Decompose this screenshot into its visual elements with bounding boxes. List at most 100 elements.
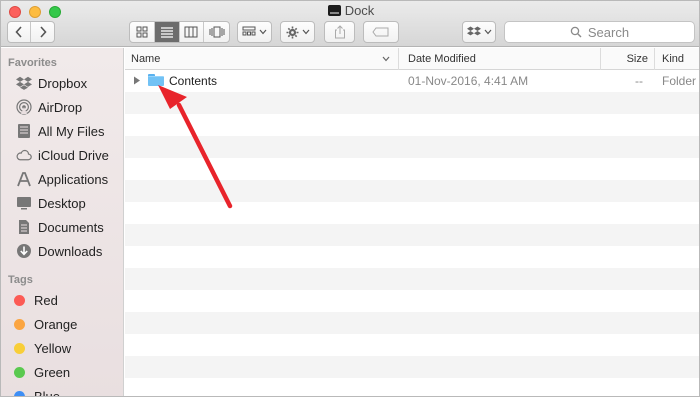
disclosure-triangle-icon[interactable] — [133, 76, 141, 85]
sidebar-item-label: Orange — [34, 316, 78, 332]
sidebar-item-label: Desktop — [38, 195, 86, 211]
row-date-modified: 01-Nov-2016, 4:41 AM — [408, 74, 529, 88]
sidebar-item-label: Applications — [38, 171, 109, 187]
chevron-right-icon — [39, 26, 47, 38]
sidebar-item-all-my-files[interactable]: All My Files — [1, 120, 123, 142]
column-header-label: Name — [131, 53, 161, 65]
tag-blue-dot — [14, 390, 25, 396]
column-view-icon — [184, 26, 198, 38]
row-name-label: Contents — [169, 74, 218, 88]
list-rows: Contents 01-Nov-2016, 4:41 AM -- Folder — [125, 70, 699, 396]
tag-green-dot — [14, 366, 25, 378]
sidebar-item-dropbox[interactable]: Dropbox — [1, 72, 123, 94]
column-header-date-modified[interactable]: Date Modified — [399, 48, 601, 70]
sidebar-item-desktop[interactable]: Desktop — [1, 192, 123, 214]
empty-row — [125, 158, 699, 180]
empty-row — [125, 378, 699, 396]
sidebar-item-label: Red — [34, 292, 58, 308]
dropbox-icon — [466, 26, 481, 36]
sidebar-item-tag-green[interactable]: Green — [1, 361, 123, 383]
table-row[interactable]: Contents 01-Nov-2016, 4:41 AM -- Folder — [125, 70, 699, 92]
sidebar-item-tag-yellow[interactable]: Yellow — [1, 337, 123, 359]
share-button[interactable] — [324, 21, 355, 43]
applications-icon — [16, 171, 32, 187]
file-list: Name Date Modified Size Kind Contents 01… — [125, 48, 699, 396]
back-button[interactable] — [8, 22, 31, 42]
finder-window: Dock Search Favorites Dropbox AirDrop Al… — [0, 0, 700, 397]
row-name: Contents — [148, 70, 217, 92]
cover-flow-icon — [209, 26, 225, 38]
sidebar-item-tag-blue[interactable]: Blue — [1, 385, 123, 396]
arrange-button[interactable] — [237, 21, 272, 43]
column-view-button[interactable] — [180, 22, 205, 42]
window-title: Dock — [1, 3, 699, 18]
empty-row — [125, 136, 699, 158]
cover-flow-button[interactable] — [204, 22, 229, 42]
sidebar-item-icloud-drive[interactable]: iCloud Drive — [1, 144, 123, 166]
empty-row — [125, 290, 699, 312]
sidebar-item-label: AirDrop — [38, 99, 83, 115]
nav-buttons — [7, 21, 55, 43]
forward-button[interactable] — [31, 22, 54, 42]
column-header-label: Size — [626, 53, 648, 65]
empty-row — [125, 334, 699, 356]
folder-icon — [148, 74, 164, 86]
sidebar-item-label: All My Files — [38, 123, 105, 139]
column-header-size[interactable]: Size — [601, 48, 655, 70]
list-view-icon — [160, 27, 173, 38]
favorites-heading: Favorites — [8, 57, 57, 69]
folder-proxy-icon[interactable] — [327, 5, 341, 16]
chevron-down-icon — [259, 29, 267, 35]
arrange-icon — [242, 26, 256, 36]
search-icon — [570, 26, 582, 38]
airdrop-icon — [16, 99, 32, 115]
column-header-name[interactable]: Name — [125, 48, 399, 70]
row-kind: Folder — [662, 74, 697, 88]
empty-row — [125, 312, 699, 334]
sidebar-item-applications[interactable]: Applications — [1, 168, 123, 190]
documents-icon — [16, 219, 32, 235]
toolbar: Dock Search — [1, 1, 699, 47]
column-header-kind[interactable]: Kind — [655, 48, 699, 70]
view-mode-group — [129, 21, 230, 43]
desktop-icon — [16, 195, 32, 211]
dropbox-icon — [16, 75, 32, 91]
sidebar-item-label: Documents — [38, 219, 104, 235]
gear-icon — [286, 26, 298, 38]
icon-view-icon — [136, 26, 148, 38]
chevron-down-icon — [302, 29, 309, 35]
sidebar-item-tag-red[interactable]: Red — [1, 289, 123, 311]
sidebar-item-tag-orange[interactable]: Orange — [1, 313, 123, 335]
tags-heading: Tags — [8, 274, 33, 286]
sidebar-item-airdrop[interactable]: AirDrop — [1, 96, 123, 118]
sidebar-item-documents[interactable]: Documents — [1, 216, 123, 238]
sidebar-item-label: Dropbox — [38, 75, 88, 91]
sidebar-item-label: Downloads — [38, 243, 103, 259]
empty-row — [125, 246, 699, 268]
sidebar-item-downloads[interactable]: Downloads — [1, 240, 123, 262]
empty-row — [125, 356, 699, 378]
empty-row — [125, 180, 699, 202]
tags-button[interactable] — [363, 21, 399, 43]
empty-row — [125, 114, 699, 136]
sidebar-item-label: Yellow — [34, 340, 72, 356]
cloud-icon — [16, 147, 32, 163]
action-button[interactable] — [280, 21, 315, 43]
row-size: -- — [635, 74, 643, 88]
chevron-left-icon — [15, 26, 22, 38]
chevron-down-icon — [484, 29, 491, 35]
list-view-button[interactable] — [154, 22, 180, 42]
list-header: Name Date Modified Size Kind — [125, 48, 699, 70]
sidebar-item-label: Green — [34, 364, 71, 380]
search-field[interactable]: Search — [504, 21, 695, 43]
tag-icon — [372, 27, 389, 37]
tag-red-dot — [14, 294, 25, 306]
tag-orange-dot — [14, 318, 25, 330]
all-files-icon — [16, 123, 32, 139]
dropbox-toolbar-button[interactable] — [462, 21, 496, 43]
icon-view-button[interactable] — [130, 22, 155, 42]
search-placeholder: Search — [587, 24, 630, 40]
downloads-icon — [16, 243, 32, 259]
empty-row — [125, 224, 699, 246]
empty-row — [125, 268, 699, 290]
